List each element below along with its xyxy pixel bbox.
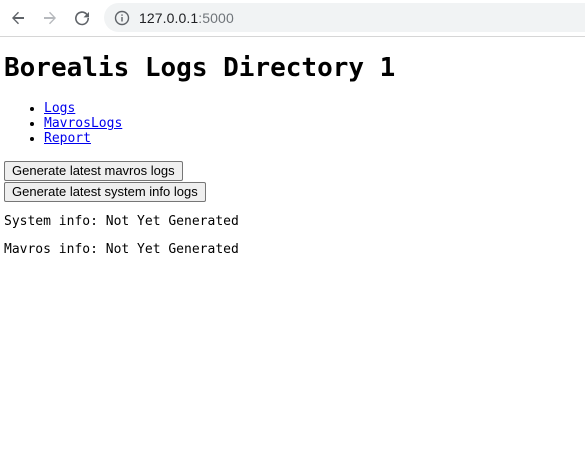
url-port: :5000 — [198, 9, 234, 26]
info-icon[interactable] — [114, 10, 130, 26]
browser-toolbar: 127.0.0.1:5000 — [0, 0, 585, 37]
list-item: Report — [44, 131, 122, 146]
list-item: MavrosLogs — [44, 116, 122, 131]
back-arrow-icon[interactable] — [6, 6, 30, 30]
mavros-info-status: Mavros info: Not Yet Generated — [4, 242, 239, 257]
url-text: 127.0.0.1:5000 — [139, 10, 234, 26]
reload-icon[interactable] — [70, 6, 94, 30]
system-info-status: System info: Not Yet Generated — [4, 214, 239, 229]
url-host: 127.0.0.1 — [139, 9, 199, 26]
page-title: Borealis Logs Directory 1 — [4, 53, 396, 83]
generate-mavros-logs-button[interactable]: Generate latest mavros logs — [4, 161, 183, 181]
report-link[interactable]: Report — [44, 131, 91, 146]
forward-arrow-icon[interactable] — [38, 6, 62, 30]
generate-system-info-logs-button[interactable]: Generate latest system info logs — [4, 182, 206, 202]
list-item: Logs — [44, 101, 122, 116]
nav-links-list: Logs MavrosLogs Report — [0, 101, 122, 146]
mavroslogs-link[interactable]: MavrosLogs — [44, 116, 122, 131]
logs-link[interactable]: Logs — [44, 101, 75, 116]
address-bar[interactable]: 127.0.0.1:5000 — [104, 3, 585, 32]
